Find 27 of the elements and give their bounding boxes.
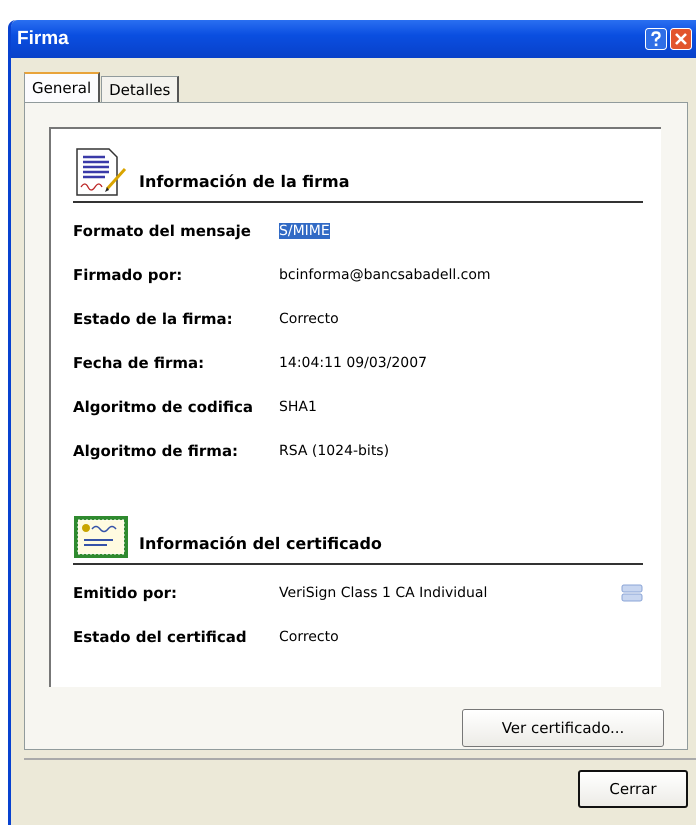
field-label: Estado del certificad (73, 628, 248, 646)
field-value: bcinforma@bancsabadell.com (279, 267, 491, 283)
field-value: Correcto (279, 311, 339, 327)
field-value: SHA1 (279, 399, 317, 415)
tab[interactable]: Detalles (101, 76, 180, 102)
field-label: Algoritmo de codifica (73, 398, 254, 416)
field-value: VeriSign Class 1 CA Individual (279, 585, 488, 601)
tab[interactable]: General (24, 72, 100, 102)
field-label: Fecha de firma: (73, 354, 206, 372)
section-title: Información del certificado (139, 534, 382, 555)
field-label: Emitido por: (73, 584, 178, 602)
field-value: Correcto (279, 629, 339, 645)
field-value: S/MIME (279, 223, 330, 239)
field-label: Estado de la firma: (73, 310, 234, 328)
close-icon[interactable] (670, 28, 692, 50)
field-label: Formato del mensaje (73, 222, 252, 240)
field-value: 14:04:11 09/03/2007 (279, 355, 428, 371)
close-button[interactable]: Cerrar (578, 770, 688, 808)
field-label: Algoritmo de firma: (73, 442, 240, 460)
certificate-icon (73, 515, 129, 559)
view-certificate-button[interactable]: Ver certificado... (462, 709, 664, 747)
details-icon[interactable] (621, 584, 643, 602)
field-value: RSA (1024-bits) (279, 443, 390, 459)
field-label: Firmado por: (73, 266, 184, 284)
help-icon[interactable] (645, 28, 667, 50)
window-title: Firma (17, 28, 69, 50)
section-title: Información de la firma (139, 172, 350, 193)
